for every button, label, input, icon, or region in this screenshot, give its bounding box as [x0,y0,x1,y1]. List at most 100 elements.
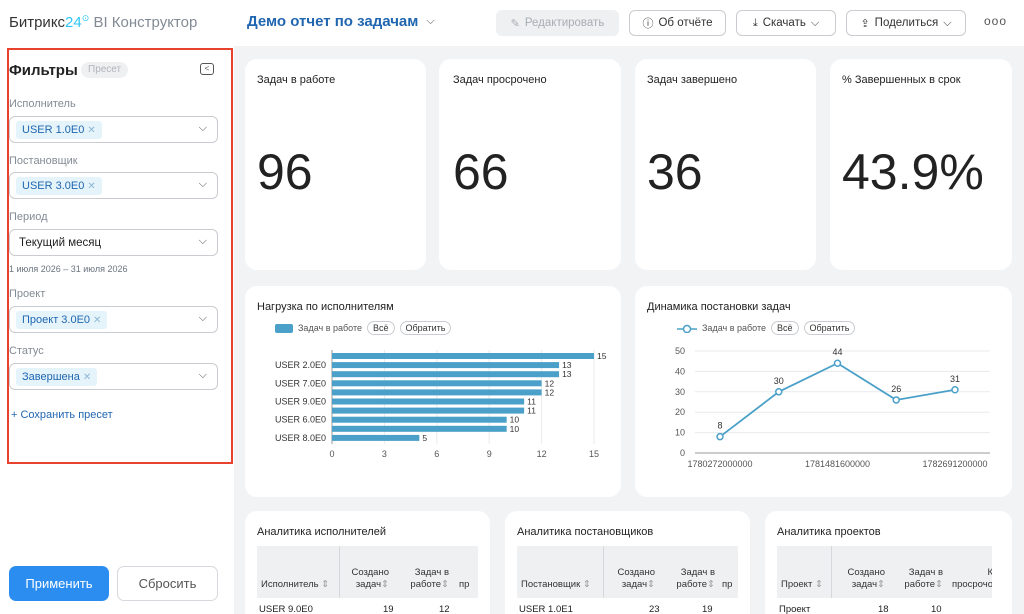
x-tick-label: 1781481600000 [805,459,870,469]
header-label: Проект [781,579,813,590]
data-label: 30 [774,376,784,386]
collapse-sidebar-icon[interactable]: < [200,63,214,75]
x-tick-label: 3 [382,449,387,459]
column-divider [339,546,340,598]
y-tick-label: 0 [680,448,685,458]
filter-chip[interactable]: Завершена ✕ [16,368,98,386]
project-select[interactable]: Проект 3.0E0 ✕ ⌵ [9,306,218,333]
chevron-down-icon: ⌵ [943,16,952,29]
column-header[interactable]: Создано задач⇕ [609,567,655,591]
filter-chip[interactable]: USER 1.0E0 ✕ [16,121,102,139]
chip-label: USER 3.0E0 [22,180,85,192]
kpi-title: Задач в работе [257,74,336,86]
remove-chip-icon[interactable]: ✕ [87,181,95,192]
column-header[interactable]: Задач в работе⇕ [897,567,943,591]
y-tick-label: USER 9.0E0 [275,397,326,407]
bar-value-label: 12 [545,387,555,397]
download-label: Скачать [762,17,806,29]
table-title: Аналитика постановщиков [517,526,654,538]
header-label: Постановщик [521,579,581,590]
column-header[interactable]: Задач в работе⇕ [403,567,449,591]
bar [332,425,507,432]
table-cell: Проект [779,604,811,614]
chip-label: Проект 3.0E0 [22,314,91,326]
header-label: Создано [351,567,389,578]
share-label: Поделиться [874,17,939,29]
report-title-dropdown[interactable]: Демо отчет по задачам ⌵ [247,13,435,30]
column-header[interactable]: пр [722,579,732,591]
bar [332,380,542,387]
share-button[interactable]: ⇪ Поделиться ⌵ [846,10,966,36]
chevron-down-icon: ⌵ [198,369,207,381]
app-logo[interactable]: Битрикс24⊙ BI Конструктор [9,13,197,31]
header-label: работе [676,579,708,590]
sort-icon: ⇕ [707,579,715,590]
header-label: задач [621,579,648,590]
reset-button[interactable]: Сбросить [117,566,218,601]
remove-chip-icon[interactable]: ✕ [87,125,95,136]
sort-icon: ⇕ [381,579,389,590]
preset-badge[interactable]: Пресет [81,62,129,78]
column-header[interactable]: Создано задач⇕ [345,567,389,591]
kpi-title: Задач просрочено [453,74,547,86]
period-label: Период [9,211,48,223]
y-tick-label: USER 2.0E0 [275,360,326,370]
filter-chip[interactable]: USER 3.0E0 ✕ [16,177,102,195]
column-header[interactable]: Постановщик ⇕ [521,579,591,591]
info-icon: ⓘ [642,18,654,30]
bar-value-label: 15 [597,351,607,361]
series-line [719,362,956,438]
x-tick-label: 1782691200000 [922,459,987,469]
apply-button[interactable]: Применить [9,566,109,601]
table-cell: 19 [383,604,394,614]
y-tick-label: 10 [675,428,685,438]
chevron-down-icon: ⌵ [198,235,207,247]
creators-table-card: Аналитика постановщиков Постановщик ⇕ Со… [505,511,750,614]
creator-label: Постановщик [9,155,78,167]
status-label: Статус [9,345,44,357]
column-header[interactable]: Создано задач⇕ [839,567,885,591]
download-button[interactable]: ⤓ Скачать ⌵ [736,10,836,36]
dynamics-chart-card: Динамика постановки задач Задач в работе… [635,286,1012,497]
column-header[interactable]: Задач в работе⇕ [669,567,715,591]
bar [332,398,525,405]
period-select[interactable]: Текущий месяц ⌵ [9,229,218,256]
bar-value-label: 10 [510,424,520,434]
edit-button[interactable]: ✎ Редактировать [496,10,619,36]
x-tick-label: 9 [487,449,492,459]
bar-value-label: 13 [562,369,572,379]
kpi-card: % Завершенных в срок 43.9% [830,59,1012,270]
header-label: Создано [847,567,885,578]
filters-highlight-frame [7,48,233,464]
y-tick-label: 50 [675,346,685,356]
bar [332,353,594,359]
table-cell: USER 9.0E0 [259,604,313,614]
creator-select[interactable]: USER 3.0E0 ✕ ⌵ [9,172,218,199]
save-preset-link[interactable]: + Сохранить пресет [11,409,113,421]
bar-value-label: 5 [422,433,427,443]
column-header[interactable]: Кпросрочо [947,567,992,591]
assignee-select[interactable]: USER 1.0E0 ✕ ⌵ [9,116,218,143]
x-tick-label: 12 [537,449,547,459]
report-title: Демо отчет по задачам [247,13,419,30]
remove-chip-icon[interactable]: ✕ [83,372,91,383]
column-header[interactable]: Исполнитель ⇕ [261,579,329,591]
kpi-value: 66 [453,144,509,200]
bar [332,389,542,396]
more-menu-icon[interactable]: ooo [984,14,1007,28]
remove-chip-icon[interactable]: ✕ [93,315,101,326]
bar [332,362,560,369]
chevron-down-icon: ⌵ [198,312,207,324]
header-label: задач [355,579,382,590]
column-header[interactable]: Проект ⇕ [781,579,823,591]
sort-icon: ⇕ [321,579,330,590]
table-cell: 10 [931,604,942,614]
column-header[interactable]: пр [459,579,469,591]
kpi-card: Задач просрочено 66 [439,59,621,270]
filter-chip[interactable]: Проект 3.0E0 ✕ [16,311,108,329]
kpi-value: 36 [647,144,703,200]
header-label: Задач в [680,567,715,578]
status-select[interactable]: Завершена ✕ ⌵ [9,363,218,390]
about-button[interactable]: ⓘ Об отчёте [629,10,726,36]
sort-icon: ⇕ [647,579,655,590]
